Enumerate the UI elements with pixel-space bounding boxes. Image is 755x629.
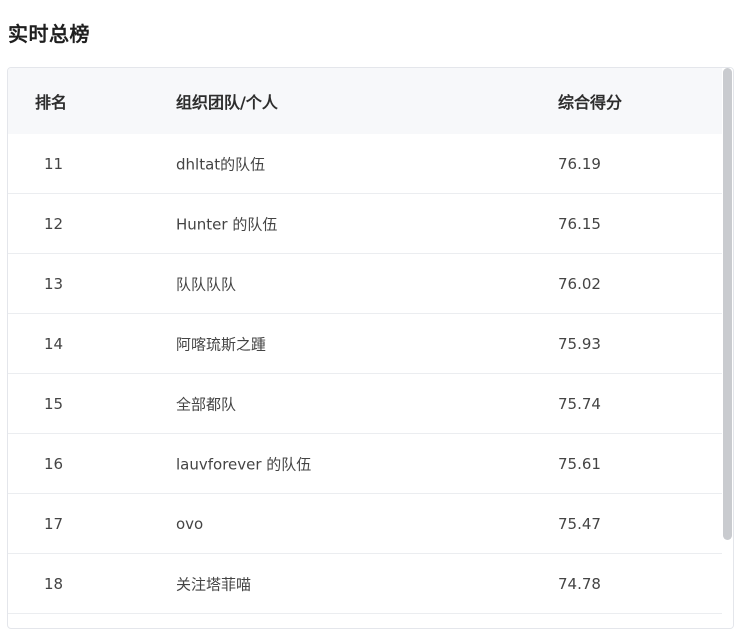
header-rank: 排名	[35, 93, 68, 112]
table-row: 16 lauvforever 的队伍 75.61	[8, 434, 722, 494]
rank-cell: 16	[44, 454, 64, 473]
rank-cell: 14	[44, 334, 64, 353]
leaderboard-table: 排名 组织团队/个人 综合得分 11 dhltat的队伍 76.19 12 Hu…	[7, 67, 734, 629]
team-cell: dhltat的队伍	[176, 155, 266, 173]
team-cell: ovo	[176, 514, 204, 533]
table-row: 17 ovo 75.47	[8, 494, 722, 554]
table-body: 11 dhltat的队伍 76.19 12 Hunter 的队伍 76.15 1…	[8, 134, 722, 614]
score-cell: 75.61	[558, 454, 601, 473]
table-row: 12 Hunter 的队伍 76.15	[8, 194, 722, 254]
table-row: 11 dhltat的队伍 76.19	[8, 134, 722, 194]
score-cell: 75.93	[558, 334, 601, 353]
score-cell: 76.15	[558, 214, 601, 233]
page-title: 实时总榜	[8, 22, 90, 46]
header-score: 综合得分	[558, 93, 623, 112]
table-header: 排名 组织团队/个人 综合得分	[8, 68, 722, 134]
score-cell: 74.78	[558, 574, 601, 593]
rank-cell: 18	[44, 574, 64, 593]
header-team: 组织团队/个人	[176, 93, 278, 112]
table-row: 13 队队队队 76.02	[8, 254, 722, 314]
vertical-scrollbar[interactable]	[722, 68, 733, 628]
table-row: 18 关注塔菲喵 74.78	[8, 554, 722, 614]
team-cell: 队队队队	[176, 275, 237, 293]
rank-cell: 13	[44, 274, 64, 293]
rank-cell: 11	[44, 154, 64, 173]
team-cell: Hunter 的队伍	[176, 215, 278, 233]
team-cell: 关注塔菲喵	[176, 575, 252, 593]
score-cell: 75.74	[558, 394, 601, 413]
scrollbar-thumb[interactable]	[723, 68, 732, 540]
rank-cell: 15	[44, 394, 64, 413]
score-cell: 75.47	[558, 514, 601, 533]
table-row: 15 全部都队 75.74	[8, 374, 722, 434]
table-row: 14 阿喀琉斯之踵 75.93	[8, 314, 722, 374]
team-cell: 阿喀琉斯之踵	[176, 335, 267, 353]
team-cell: 全部都队	[176, 395, 237, 413]
rank-cell: 12	[44, 214, 64, 233]
rank-cell: 17	[44, 514, 64, 533]
team-cell: lauvforever 的队伍	[176, 455, 312, 473]
score-cell: 76.02	[558, 274, 601, 293]
score-cell: 76.19	[558, 154, 601, 173]
